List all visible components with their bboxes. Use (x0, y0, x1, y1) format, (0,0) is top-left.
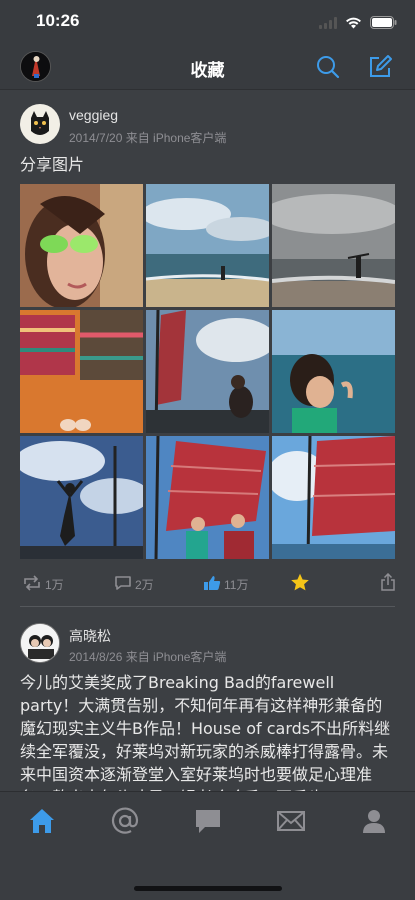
search-icon[interactable] (315, 54, 341, 80)
feed-post: 高晓松 2014/8/26 来自 iPhone客户端 今儿的艾美奖成了Break… (0, 607, 415, 791)
home-icon[interactable] (27, 806, 57, 836)
wifi-icon (345, 14, 362, 33)
profile-icon[interactable] (359, 806, 389, 836)
post-username[interactable]: veggieg (69, 107, 118, 123)
photo-thumbnail[interactable] (20, 310, 143, 433)
post-text: 分享图片 (20, 155, 85, 174)
feed[interactable]: veggieg 2014/7/20 来自 iPhone客户端 分享图片 1万 2… (0, 91, 415, 791)
battery-icon (370, 14, 397, 33)
share-icon (380, 572, 396, 595)
mention-icon[interactable] (110, 806, 140, 836)
comment-count: 2万 (135, 578, 154, 592)
comment-button[interactable]: 2万 (114, 575, 154, 594)
repost-count: 1万 (45, 578, 64, 592)
repost-button[interactable]: 1万 (22, 575, 64, 594)
photo-thumbnail[interactable] (20, 184, 143, 307)
photo-thumbnail[interactable] (272, 436, 395, 559)
share-button[interactable] (380, 572, 396, 595)
favorite-button[interactable] (290, 573, 310, 595)
repost-icon (22, 575, 42, 594)
post-username[interactable]: 高晓松 (69, 626, 111, 646)
like-count: 11万 (224, 578, 249, 592)
status-time: 10:26 (36, 11, 80, 30)
photo-thumbnail[interactable] (272, 310, 395, 433)
tab-bar (0, 791, 415, 900)
photo-thumbnail[interactable] (146, 184, 269, 307)
avatar[interactable] (20, 623, 60, 663)
post-text: 今儿的艾美奖成了Breaking Bad的farewell party！大满贯告… (20, 673, 391, 791)
post-meta: 2014/7/20 来自 iPhone客户端 (69, 131, 227, 145)
signal-icon (319, 14, 337, 33)
avatar[interactable] (20, 104, 60, 144)
nav-bar: 收藏 (0, 44, 415, 90)
photo-thumbnail[interactable] (146, 310, 269, 433)
like-button[interactable]: 11万 (203, 575, 248, 594)
page-title: 收藏 (190, 61, 225, 80)
photo-thumbnail[interactable] (146, 436, 269, 559)
post-actions: 1万 2万 11万 (0, 571, 415, 603)
photo-thumbnail[interactable] (272, 184, 395, 307)
home-indicator[interactable] (134, 886, 282, 891)
photo-thumbnail[interactable] (20, 436, 143, 559)
status-icons (319, 14, 397, 33)
comment-icon (114, 575, 132, 594)
photo-grid (20, 184, 396, 560)
star-icon (290, 573, 310, 595)
thumbs-up-icon (203, 575, 221, 594)
compose-icon[interactable] (367, 54, 393, 80)
message-icon[interactable] (193, 806, 223, 836)
feed-post: veggieg 2014/7/20 来自 iPhone客户端 分享图片 1万 2… (0, 91, 415, 607)
status-bar: 10:26 (0, 0, 415, 44)
post-meta: 2014/8/26 来自 iPhone客户端 (69, 650, 227, 664)
mail-icon[interactable] (276, 806, 306, 836)
